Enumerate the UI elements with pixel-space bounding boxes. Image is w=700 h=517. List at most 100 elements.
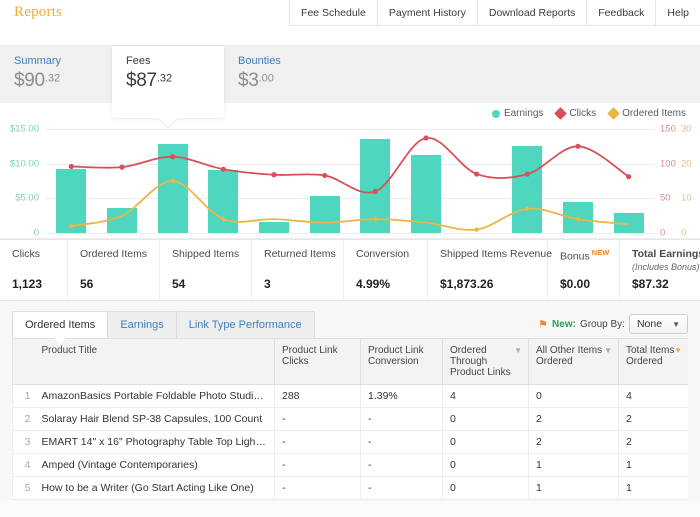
table-header-label: Product Link Clicks	[282, 345, 338, 367]
metric-value: 54	[172, 277, 186, 291]
metric-value: $1,873.26	[440, 277, 494, 291]
chart-data-point[interactable]	[372, 216, 379, 222]
cell-product-title: Solaray Hair Blend SP-38 Capsules, 100 C…	[34, 407, 275, 431]
cell-product-link-clicks: -	[274, 453, 361, 477]
metric-value: 56	[80, 277, 94, 291]
chart-data-point[interactable]	[220, 216, 227, 222]
group-by-control: ⚑ New: Group By: None ▼	[538, 314, 688, 338]
table-header-total-items-ordered[interactable]: Total Items Ordered ▼	[618, 338, 688, 385]
nav-payment-history[interactable]: Payment History	[376, 0, 477, 26]
metric-label: Returned Items	[264, 248, 336, 260]
summary-tab-label: Summary	[14, 55, 62, 67]
summary-tab-summary[interactable]: Summary $90.32	[0, 46, 112, 103]
metric-bonus: Bonus NEW $0.00	[548, 240, 620, 300]
tab-ordered-items[interactable]: Ordered Items	[12, 311, 109, 344]
metric-sublabel: (Includes Bonus)	[632, 262, 700, 272]
cell-ordered-through-product-links: 0	[442, 476, 529, 500]
table-row[interactable]: 3 EMART 14" x 16" Photography Table Top L…	[12, 430, 688, 454]
chart-data-point[interactable]	[575, 143, 581, 149]
sort-caret-icon[interactable]: ▼	[604, 346, 612, 355]
metric-value: 3	[264, 277, 271, 291]
chart-data-point[interactable]	[372, 188, 378, 194]
cell-total-items-ordered: 1	[618, 476, 688, 500]
metric-label: Clicks	[12, 248, 40, 260]
summary-tab-bar: Summary $90.32 Fees $87.32 Bounties $3.0…	[0, 46, 700, 118]
table-header-product-title[interactable]: Product Title	[34, 338, 275, 385]
legend-item-clicks[interactable]: Clicks	[554, 107, 596, 120]
metric-conversion: Conversion 4.99%	[344, 240, 428, 300]
cell-all-other-items-ordered: 2	[528, 430, 619, 454]
chart-data-point[interactable]	[575, 216, 581, 222]
chart-data-point[interactable]	[119, 164, 125, 170]
table-header-all-other-items-ordered[interactable]: All Other Items Ordered ▼	[528, 338, 619, 385]
table-header-row: Product Title Product Link Clicks Product …	[12, 338, 688, 385]
table-header-index	[12, 338, 35, 385]
chart-data-point[interactable]	[220, 166, 226, 172]
chart-data-point[interactable]	[271, 172, 277, 178]
nav-feedback[interactable]: Feedback	[586, 0, 656, 26]
metric-ordered-items: Ordered Items 56	[68, 240, 160, 300]
table-row[interactable]: 4 Amped (Vintage Contemporaries) - -0 1 1	[12, 453, 688, 477]
tab-link-type-performance[interactable]: Link Type Performance	[175, 311, 315, 338]
chart-legend: Earnings Clicks Ordered Items	[491, 107, 686, 120]
summary-tab-label: Bounties	[238, 55, 281, 67]
chart-ordered-tick: 30	[681, 123, 692, 135]
chart-left-tick: 0	[33, 227, 39, 239]
chevron-down-icon: ▼	[672, 319, 680, 329]
metric-clicks: Clicks 1,123	[0, 240, 68, 300]
metric-shipped-items: Shipped Items 54	[160, 240, 252, 300]
summary-tab-fees[interactable]: Fees $87.32	[112, 46, 224, 118]
legend-marker-clicks-icon	[554, 107, 568, 120]
chart-data-point[interactable]	[68, 223, 75, 229]
group-by-value: None	[636, 318, 663, 330]
table-row[interactable]: 2 Solaray Hair Blend SP-38 Capsules, 100 …	[12, 407, 688, 431]
cell-product-link-conversion: 1.39%	[360, 384, 443, 408]
summary-tab-amount: $87.32	[126, 70, 224, 92]
group-by-new-label: New:	[552, 318, 576, 330]
summary-tab-cents: .00	[258, 72, 274, 85]
chart-data-point[interactable]	[524, 171, 530, 177]
chart-data-point[interactable]	[473, 226, 480, 233]
cell-product-title: Amped (Vintage Contemporaries)	[34, 453, 275, 477]
metric-value: $87.32	[632, 277, 669, 291]
header-divider	[0, 26, 700, 46]
metric-value: $0.00	[560, 277, 591, 291]
chart-data-point[interactable]	[169, 178, 176, 184]
chart-data-point[interactable]	[68, 163, 74, 170]
chart-data-point[interactable]	[474, 171, 480, 177]
group-by-select[interactable]: None ▼	[628, 314, 688, 334]
nav-fee-schedule[interactable]: Fee Schedule	[289, 0, 377, 26]
table-row[interactable]: 1 AmazonBasics Portable Foldable Photo St…	[12, 384, 688, 408]
nav-help[interactable]: Help	[655, 0, 700, 26]
table-header-ordered-through-product-links[interactable]: Ordered Through Product Links ▼	[442, 338, 529, 385]
chart-data-point[interactable]	[524, 205, 531, 212]
chart-ordered-tick: 20	[681, 158, 692, 170]
chart-data-point[interactable]	[626, 174, 632, 180]
cell-total-items-ordered: 2	[618, 407, 688, 431]
chart-data-point[interactable]	[423, 135, 429, 141]
table-header-label: All Other Items Ordered	[536, 345, 603, 367]
sort-caret-icon[interactable]: ▼	[674, 346, 682, 355]
table-row[interactable]: 5 How to be a Writer (Go Start Acting Lik…	[12, 476, 688, 500]
table-header-product-link-conversion[interactable]: Product Link Conversion	[360, 338, 443, 385]
metric-label: Shipped Items	[172, 248, 240, 260]
sort-caret-icon[interactable]: ▼	[514, 346, 522, 355]
cell-row-index: 2	[12, 407, 35, 431]
chart-data-point[interactable]	[170, 154, 176, 160]
legend-item-ordered-items[interactable]: Ordered Items	[607, 107, 686, 120]
cell-ordered-through-product-links: 4	[442, 384, 529, 408]
table-header-product-link-clicks[interactable]: Product Link Clicks	[274, 338, 361, 385]
cell-product-title: How to be a Writer (Go Start Acting Like…	[34, 476, 275, 500]
cell-product-title: AmazonBasics Portable Foldable Photo Stu…	[34, 384, 275, 408]
cell-all-other-items-ordered: 1	[528, 476, 619, 500]
nav-download-reports[interactable]: Download Reports	[476, 0, 587, 26]
cell-ordered-through-product-links: 0	[442, 453, 529, 477]
chart-ordered-tick: 10	[681, 192, 692, 204]
legend-item-earnings[interactable]: Earnings	[491, 108, 543, 119]
tab-earnings[interactable]: Earnings	[107, 311, 177, 338]
summary-tab-bounties[interactable]: Bounties $3.00	[224, 46, 336, 103]
cell-ordered-through-product-links: 0	[442, 430, 529, 454]
chart-data-point[interactable]	[322, 172, 328, 179]
new-badge: NEW	[591, 248, 610, 257]
chart-ordered-tick: 0	[681, 227, 687, 239]
